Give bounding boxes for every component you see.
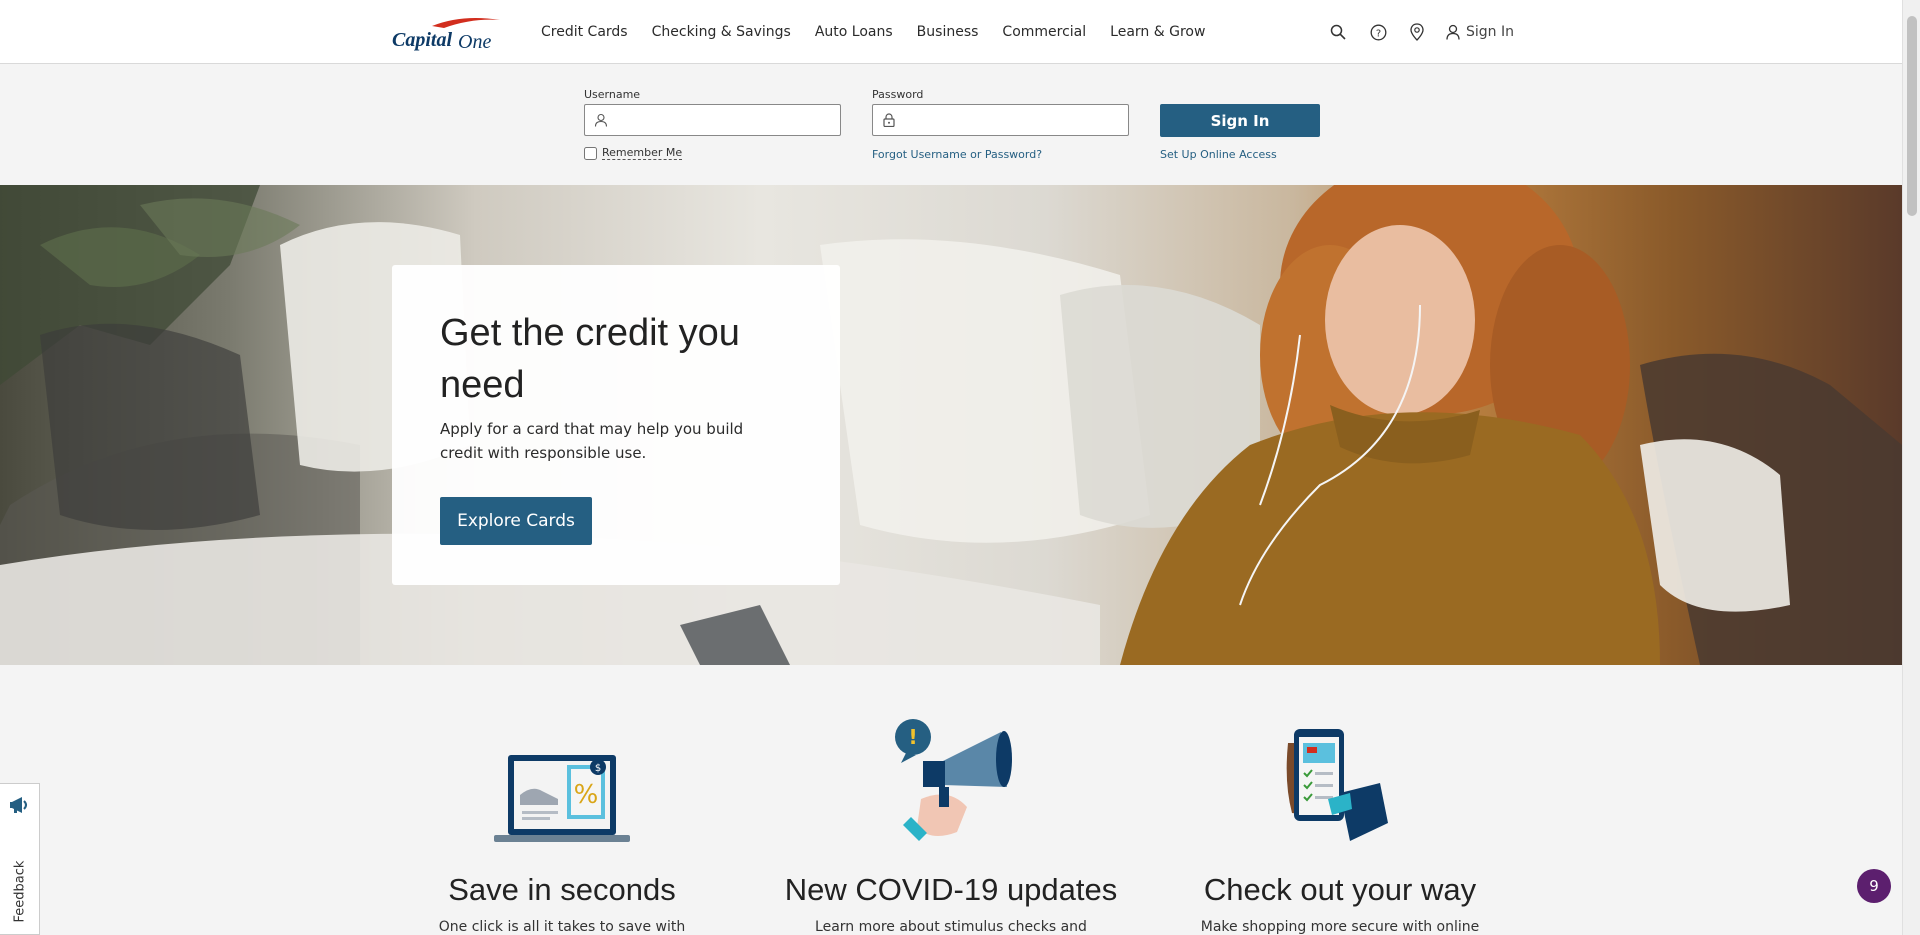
password-field-wrapper <box>872 104 1129 136</box>
lock-icon <box>883 113 895 127</box>
remember-me[interactable]: Remember Me <box>584 146 683 160</box>
features-section: % $ Save in seconds One click is all it … <box>0 665 1902 935</box>
remember-me-label: Remember Me <box>602 146 683 160</box>
laptop-discount-icon: % $ <box>494 755 630 842</box>
megaphone-icon: ! <box>895 719 1012 841</box>
username-label: Username <box>584 88 641 101</box>
hero-card: Get the credit you need Apply for a card… <box>392 265 840 585</box>
forgot-credentials-link[interactable]: Forgot Username or Password? <box>872 148 1042 161</box>
hero-photo <box>0 185 1902 665</box>
svg-text:?: ? <box>1375 28 1380 39</box>
svg-text:!: ! <box>908 725 917 749</box>
user-icon <box>594 113 608 127</box>
setup-online-access-link[interactable]: Set Up Online Access <box>1160 148 1277 161</box>
help-button[interactable]: ? <box>1368 0 1388 64</box>
nav-commercial[interactable]: Commercial <box>1002 24 1086 40</box>
phone-checkout-icon <box>1286 729 1388 841</box>
location-pin-icon <box>1407 22 1427 42</box>
feature-text: One click is all it takes to save with <box>438 919 686 935</box>
feature-title: Save in seconds <box>448 872 676 907</box>
feedback-label: Feedback <box>12 860 28 923</box>
username-field-wrapper <box>584 104 841 136</box>
capital-one-logo[interactable]: Capital One <box>392 14 504 54</box>
password-label: Password <box>872 88 924 101</box>
hero-title: Get the credit you need <box>440 312 740 406</box>
scrollbar-thumb[interactable] <box>1907 16 1917 216</box>
password-input[interactable] <box>905 109 1120 131</box>
feature-text: Learn more about stimulus checks and <box>815 919 1087 935</box>
username-input[interactable] <box>617 109 832 131</box>
header-sign-in-label: Sign In <box>1466 24 1514 40</box>
nav-learn-grow[interactable]: Learn & Grow <box>1110 24 1205 40</box>
hero-subtitle: Apply for a card that may help you build… <box>440 420 744 462</box>
svg-text:%: % <box>574 780 599 810</box>
search-icon <box>1328 22 1348 42</box>
explore-cards-button[interactable]: Explore Cards <box>440 497 592 545</box>
help-icon: ? <box>1368 22 1388 42</box>
search-button[interactable] <box>1328 0 1348 64</box>
feature-title: New COVID-19 updates <box>784 872 1118 907</box>
nav-auto-loans[interactable]: Auto Loans <box>815 24 893 40</box>
nav-business[interactable]: Business <box>917 24 979 40</box>
feature-title: Check out your way <box>1203 872 1477 907</box>
user-icon <box>1446 24 1460 40</box>
feedback-tab[interactable]: Feedback <box>0 783 40 935</box>
nav-checking-savings[interactable]: Checking & Savings <box>652 24 791 40</box>
svg-text:Capital: Capital <box>392 29 452 51</box>
megaphone-icon <box>10 797 27 813</box>
location-button[interactable] <box>1407 0 1427 64</box>
sign-in-button[interactable]: Sign In <box>1160 104 1320 137</box>
main-nav: Credit Cards Checking & Savings Auto Loa… <box>541 0 1205 64</box>
svg-text:One: One <box>458 31 491 53</box>
page-scrollbar[interactable] <box>1902 0 1920 935</box>
hero-banner: Get the credit you need Apply for a card… <box>0 185 1902 665</box>
notification-badge[interactable]: 9 <box>1857 869 1891 903</box>
svg-text:$: $ <box>595 763 601 774</box>
remember-me-checkbox[interactable] <box>584 146 597 160</box>
header-sign-in[interactable]: Sign In <box>1446 0 1514 64</box>
feature-text: Make shopping more secure with online <box>1200 919 1480 935</box>
nav-credit-cards[interactable]: Credit Cards <box>541 24 628 40</box>
site-header: Capital One Credit Cards Checking & Savi… <box>0 0 1902 64</box>
